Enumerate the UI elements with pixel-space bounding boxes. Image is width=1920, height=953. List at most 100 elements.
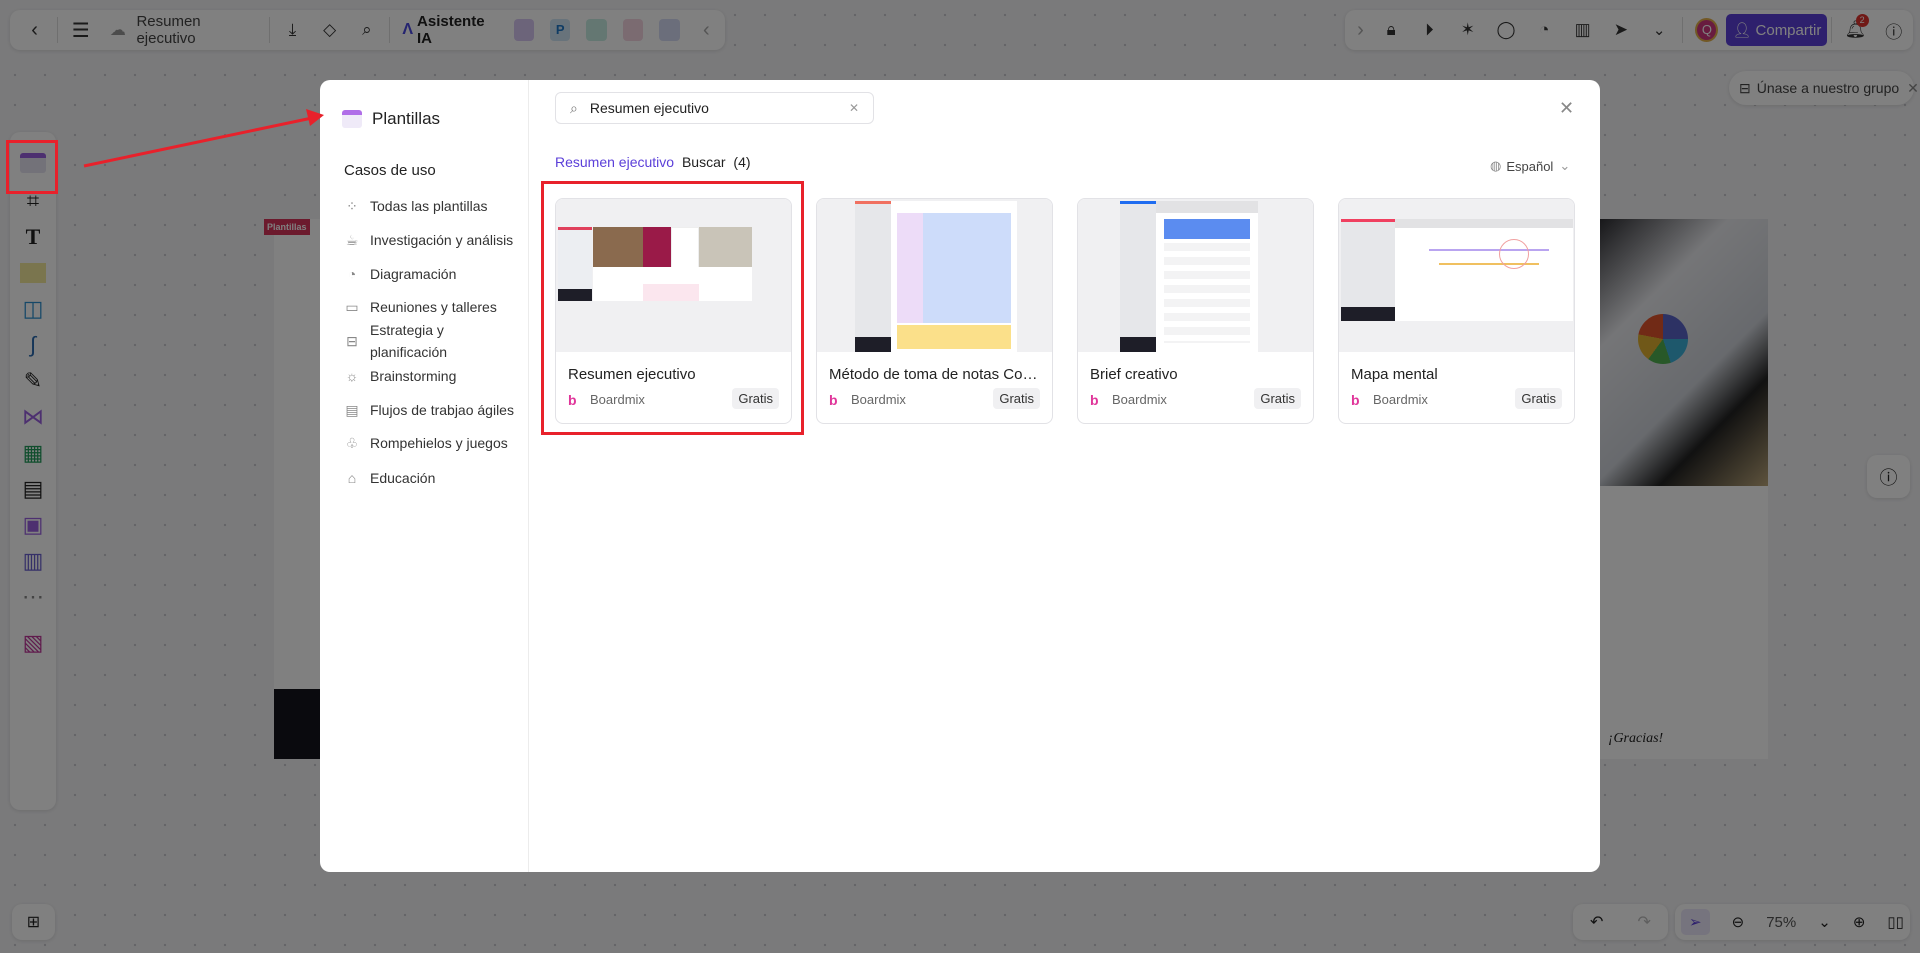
templates-logo-icon bbox=[342, 110, 362, 128]
document-title[interactable]: Resumen ejecutivo bbox=[136, 13, 255, 47]
back-icon[interactable]: ‹ bbox=[16, 10, 53, 50]
notification-bell-icon[interactable]: 🔔︎ 2 bbox=[1836, 10, 1874, 50]
category-agile[interactable]: ▤ Flujos de trabjao ágiles bbox=[344, 399, 514, 421]
collapse-icon[interactable]: ‹ bbox=[688, 10, 725, 50]
chevron-down-icon: ⌄ bbox=[1559, 158, 1571, 173]
puzzle-icon: ♧ bbox=[345, 435, 359, 451]
undo-redo-group: ↶ ↷ bbox=[1573, 904, 1668, 940]
results-label: Buscar bbox=[681, 154, 726, 170]
select-tool-icon[interactable]: ➢ bbox=[1681, 909, 1710, 935]
globe-icon: ◍ bbox=[1490, 158, 1502, 173]
annotation-highlight-toolbar bbox=[6, 140, 58, 194]
cursor-follow-icon[interactable]: ➤ bbox=[1602, 10, 1640, 50]
flowchart-app-icon[interactable] bbox=[622, 19, 644, 41]
results-query: Resumen ejecutivo bbox=[555, 154, 675, 170]
info-button[interactable]: ⓘ bbox=[1867, 455, 1910, 498]
grid-icon: ⁘ bbox=[346, 198, 358, 214]
more-chevrons-icon[interactable]: ⌄ bbox=[1640, 10, 1678, 50]
more-tools-icon[interactable]: ⋯ bbox=[10, 574, 56, 620]
zoom-out-icon[interactable]: ⊖ bbox=[1732, 913, 1745, 931]
comment-icon[interactable]: ◯ bbox=[1487, 10, 1525, 50]
boardmix-logo-icon: b bbox=[829, 391, 838, 408]
zoom-dropdown-icon[interactable]: ⌄ bbox=[1818, 913, 1831, 931]
modal-title: Plantillas bbox=[372, 109, 441, 128]
templates-modal: Plantillas Casos de uso ⁘ Todas las plant… bbox=[320, 80, 1600, 872]
canvas-closing-text: ¡Gracias! bbox=[1608, 731, 1664, 746]
redo-icon[interactable]: ↷ bbox=[1638, 912, 1651, 932]
menu-icon[interactable]: ☰ bbox=[62, 10, 99, 50]
avatar[interactable]: Q bbox=[1695, 18, 1719, 42]
pie-icon: ◔ bbox=[347, 266, 357, 282]
ai-assistant-button[interactable]: Asistente IA bbox=[417, 13, 498, 47]
template-thumbnail bbox=[817, 199, 1052, 352]
vote-chart-icon[interactable]: ▥ bbox=[1563, 10, 1601, 50]
results-count: (4) bbox=[733, 154, 751, 170]
presentation-app-icon[interactable]: P bbox=[550, 19, 571, 41]
mindmap-app-icon[interactable] bbox=[586, 19, 607, 41]
clipboard-icon: ▤ bbox=[345, 402, 359, 418]
chat-app-icon[interactable] bbox=[659, 19, 680, 41]
clear-search-icon[interactable]: ✕ bbox=[849, 101, 859, 115]
category-meetings[interactable]: ▭ Reuniones y talleres bbox=[344, 296, 496, 318]
zoom-in-icon[interactable]: ⊕ bbox=[1853, 913, 1866, 931]
tag-icon[interactable]: ◇ bbox=[311, 10, 348, 50]
price-badge: Gratis bbox=[993, 388, 1040, 409]
search-icon[interactable]: ⌕ bbox=[348, 10, 385, 50]
join-group-banner[interactable]: ⊟ Únase a nuestro grupo ✕ bbox=[1729, 71, 1919, 105]
template-title: Mapa mental bbox=[1351, 366, 1438, 383]
zoom-controls: ➢ ⊖ 75% ⌄ ⊕ ▯▯ bbox=[1675, 904, 1910, 940]
graduation-cap-icon: ⌂ bbox=[347, 470, 357, 486]
inbox-icon: ⊟ bbox=[1739, 79, 1751, 96]
undo-icon[interactable]: ↶ bbox=[1590, 912, 1603, 932]
celebrate-icon[interactable]: ✶ bbox=[1449, 10, 1487, 50]
category-strategy[interactable]: ⊟ Estrategia y planificación bbox=[344, 319, 494, 363]
price-badge: Gratis bbox=[1254, 388, 1301, 409]
zoom-level[interactable]: 75% bbox=[1766, 914, 1796, 931]
search-value: Resumen ejecutivo bbox=[589, 100, 709, 116]
template-card[interactable]: Método de toma de notas Cornell b Boardmi… bbox=[816, 198, 1053, 424]
template-card[interactable]: Brief creativo b Boardmix Gratis bbox=[1077, 198, 1314, 424]
category-brainstorming[interactable]: ☼ Brainstorming bbox=[344, 365, 457, 387]
category-education[interactable]: ⌂ Educación bbox=[344, 467, 436, 489]
template-thumbnail bbox=[1078, 199, 1313, 352]
category-all-templates[interactable]: ⁘ Todas las plantillas bbox=[344, 195, 487, 217]
share-label: Compartir bbox=[1755, 21, 1822, 39]
template-author: b Boardmix bbox=[1351, 391, 1428, 408]
search-input[interactable]: ⌕ Resumen ejecutivo ✕ bbox=[555, 92, 874, 124]
coffee-icon: ☕︎ bbox=[345, 232, 359, 248]
share-button[interactable]: 👤︎ Compartir bbox=[1726, 14, 1828, 46]
close-banner-icon[interactable]: ✕ bbox=[1907, 80, 1919, 97]
map-view-icon[interactable]: ▯▯ bbox=[1887, 913, 1904, 931]
template-title: Brief creativo bbox=[1090, 366, 1178, 383]
template-author: b Boardmix bbox=[829, 391, 906, 408]
boardmix-logo-icon: b bbox=[1090, 391, 1099, 408]
image-gen-icon[interactable] bbox=[513, 19, 535, 41]
close-modal-icon[interactable]: ✕ bbox=[1559, 98, 1574, 119]
template-title: Método de toma de notas Cornell bbox=[829, 366, 1041, 383]
price-badge: Gratis bbox=[1515, 388, 1562, 409]
category-icebreakers[interactable]: ♧ Rompehielos y juegos bbox=[344, 432, 508, 454]
canvas-photo bbox=[1598, 219, 1768, 486]
category-research[interactable]: ☕︎ Investigación y análisis bbox=[344, 229, 513, 251]
left-toolbar: ⌗ T ◫ ∫ ✎ ⋈ ▦ ▤ ▣ ▥ ⋯ ▧ bbox=[10, 132, 56, 810]
expand-icon[interactable]: › bbox=[1349, 10, 1372, 50]
join-group-label: Únase a nuestro grupo bbox=[1756, 80, 1900, 96]
lock-file-icon[interactable]: 🔒︎ bbox=[1372, 10, 1410, 50]
help-icon[interactable]: ⓘ bbox=[1875, 10, 1913, 50]
results-heading: Resumen ejecutivo Buscar (4) bbox=[555, 154, 751, 170]
lightbulb-icon: ☼ bbox=[345, 368, 359, 384]
notification-count: 2 bbox=[1855, 14, 1869, 27]
boardmix-logo-icon: b bbox=[1351, 391, 1360, 408]
template-library-icon[interactable]: ▧ bbox=[10, 620, 56, 666]
template-card[interactable]: Mapa mental b Boardmix Gratis bbox=[1338, 198, 1575, 424]
download-icon[interactable]: ⤓ bbox=[274, 10, 311, 50]
cloud-saved-icon: ☁ bbox=[109, 22, 126, 39]
language-select[interactable]: ◍ Español ⌄ bbox=[1490, 158, 1570, 174]
timer-icon[interactable]: ◔ bbox=[1525, 10, 1563, 50]
template-author: b Boardmix bbox=[1090, 391, 1167, 408]
category-diagramming[interactable]: ◔ Diagramación bbox=[344, 263, 457, 285]
play-icon[interactable]: ⏵ bbox=[1410, 10, 1448, 50]
annotation-highlight-card bbox=[541, 181, 804, 435]
presentation-icon: ▭ bbox=[345, 299, 359, 315]
minimap-button[interactable]: ⊞ bbox=[12, 904, 55, 940]
